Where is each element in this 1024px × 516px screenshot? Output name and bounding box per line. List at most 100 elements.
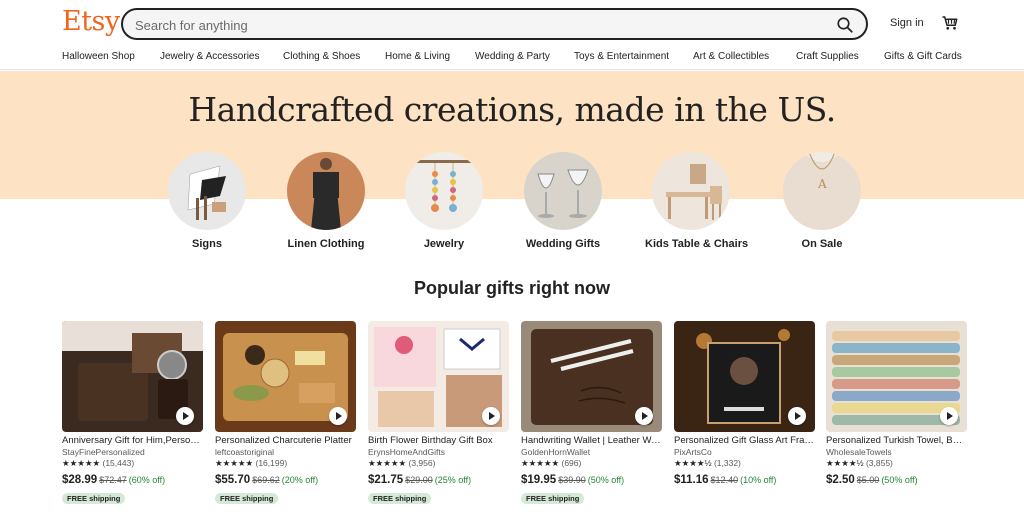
category-image	[287, 152, 365, 230]
product-title[interactable]: Personalized Turkish Towel, Beach	[826, 435, 967, 446]
svg-text:A: A	[817, 177, 827, 191]
nav-toys-entertainment[interactable]: Toys & Entertainment	[574, 51, 669, 62]
product-title[interactable]: Birth Flower Birthday Gift Box	[368, 435, 509, 446]
star-rating-icon: ★★★★★	[368, 458, 407, 468]
etsy-logo[interactable]: Etsy	[62, 6, 120, 37]
product-card[interactable]: Personalized Turkish Towel, Beach Wholes…	[826, 321, 967, 488]
price-row: $11.16 $12.40 (10% off)	[674, 470, 815, 488]
discount: (20% off)	[281, 475, 319, 485]
product-image	[368, 321, 509, 432]
search-input[interactable]	[135, 15, 815, 35]
nav-jewelry-accessories[interactable]: Jewelry & Accessories	[160, 51, 259, 62]
star-rating-icon: ★★★★★	[62, 458, 101, 468]
play-video-icon[interactable]	[329, 407, 347, 425]
review-count: (696)	[561, 458, 582, 468]
star-rating-icon: ★★★★★	[521, 458, 560, 468]
shop-name: ErynsHomeAndGifts	[368, 447, 445, 457]
rating: ★★★★★ (16,199)	[215, 458, 356, 469]
nav-clothing-shoes[interactable]: Clothing & Shoes	[283, 51, 360, 62]
review-count: (3,956)	[408, 458, 436, 468]
product-card[interactable]: Personalized Gift Glass Art Frame PixArt…	[674, 321, 815, 488]
category-on-sale[interactable]: A On Sale	[776, 152, 868, 250]
product-image	[521, 321, 662, 432]
rating: ★★★★★ (696)	[521, 458, 662, 469]
rating: ★★★★½ (3,855)	[826, 458, 967, 469]
sign-in-link[interactable]: Sign in	[890, 17, 924, 29]
discount: (60% off)	[128, 475, 166, 485]
cart-icon[interactable]	[941, 14, 959, 32]
nav-halloween-shop[interactable]: Halloween Shop	[62, 51, 135, 62]
category-label: On Sale	[801, 238, 843, 250]
sale-price: $21.75	[368, 474, 404, 486]
play-video-icon[interactable]	[176, 407, 194, 425]
product-title[interactable]: Handwriting Wallet | Leather Wallet	[521, 435, 662, 446]
star-rating-icon: ★★★★½	[674, 458, 712, 468]
review-count: (3,855)	[865, 458, 893, 468]
nav-gifts-gift-cards[interactable]: Gifts & Gift Cards	[884, 51, 962, 62]
sale-price: $11.16	[674, 474, 709, 486]
product-image	[674, 321, 815, 432]
shop-name: PixArtsCo	[674, 447, 712, 457]
price-row: $2.50 $5.00 (50% off)	[826, 470, 967, 488]
discount: (10% off)	[740, 475, 777, 485]
category-image	[405, 152, 483, 230]
review-count: (15,443)	[102, 458, 135, 468]
price-row: $19.95 $39.90 (50% off)	[521, 470, 662, 488]
category-label: Jewelry	[423, 238, 465, 250]
category-image	[524, 152, 602, 230]
category-wedding-gifts[interactable]: Wedding Gifts	[517, 152, 609, 250]
play-video-icon[interactable]	[635, 407, 653, 425]
nav-art-collectibles[interactable]: Art & Collectibles	[693, 51, 769, 62]
product-image	[826, 321, 967, 432]
product-card[interactable]: Anniversary Gift for Him,Personalized Wa…	[62, 321, 203, 506]
product-card[interactable]: Personalized Charcuterie Platter leftcoa…	[215, 321, 356, 506]
shop-name: GoldenHornWallet	[521, 447, 591, 457]
category-label: Kids Table & Chairs	[645, 238, 749, 250]
shop-name: StayFinePersonalized	[62, 447, 145, 457]
price-row: $28.99 $72.47 (60% off)	[62, 470, 203, 488]
original-price: $5.00	[856, 475, 880, 485]
header: Etsy Sign in	[0, 0, 1024, 48]
nav-wedding-party[interactable]: Wedding & Party	[475, 51, 550, 62]
sale-price: $19.95	[521, 474, 557, 486]
sale-price: $28.99	[62, 474, 98, 486]
product-title[interactable]: Anniversary Gift for Him,Personalized Wa…	[62, 435, 203, 446]
category-linen-clothing[interactable]: Linen Clothing	[280, 152, 372, 250]
price-row: $55.70 $69.62 (20% off)	[215, 470, 356, 488]
nav-craft-supplies[interactable]: Craft Supplies	[796, 51, 859, 62]
original-price: $29.00	[405, 475, 433, 485]
category-signs[interactable]: Signs	[161, 152, 253, 250]
product-title[interactable]: Personalized Charcuterie Platter	[215, 435, 356, 446]
category-label: Wedding Gifts	[525, 238, 601, 250]
price-row: $21.75 $29.00 (25% off)	[368, 470, 509, 488]
category-image	[652, 152, 730, 230]
product-image	[215, 321, 356, 432]
product-title[interactable]: Personalized Gift Glass Art Frame	[674, 435, 815, 446]
rating: ★★★★½ (1,332)	[674, 458, 815, 469]
category-kids-table-chairs[interactable]: Kids Table & Chairs	[645, 152, 749, 250]
search-icon[interactable]	[836, 16, 854, 34]
original-price: $39.90	[558, 475, 586, 485]
category-image: A	[783, 152, 861, 230]
play-video-icon[interactable]	[482, 407, 500, 425]
discount: (25% off)	[434, 475, 472, 485]
sale-price: $55.70	[215, 474, 251, 486]
original-price: $12.40	[710, 475, 739, 485]
free-shipping-badge: FREE shipping	[215, 493, 279, 504]
review-count: (1,332)	[713, 458, 741, 468]
free-shipping-badge: FREE shipping	[368, 493, 432, 504]
rating: ★★★★★ (15,443)	[62, 458, 203, 469]
category-jewelry[interactable]: Jewelry	[398, 152, 490, 250]
discount: (50% off)	[587, 475, 625, 485]
search-bar	[121, 8, 868, 40]
discount: (50% off)	[881, 475, 918, 485]
play-video-icon[interactable]	[940, 407, 958, 425]
hero-title: Handcrafted creations, made in the US.	[188, 90, 836, 129]
original-price: $69.62	[252, 475, 280, 485]
category-nav: Halloween Shop Jewelry & Accessories Clo…	[0, 48, 1024, 70]
product-card[interactable]: Handwriting Wallet | Leather Wallet Gold…	[521, 321, 662, 506]
play-video-icon[interactable]	[788, 407, 806, 425]
sale-price: $2.50	[826, 474, 855, 486]
product-card[interactable]: Birth Flower Birthday Gift Box ErynsHome…	[368, 321, 509, 506]
nav-home-living[interactable]: Home & Living	[385, 51, 450, 62]
